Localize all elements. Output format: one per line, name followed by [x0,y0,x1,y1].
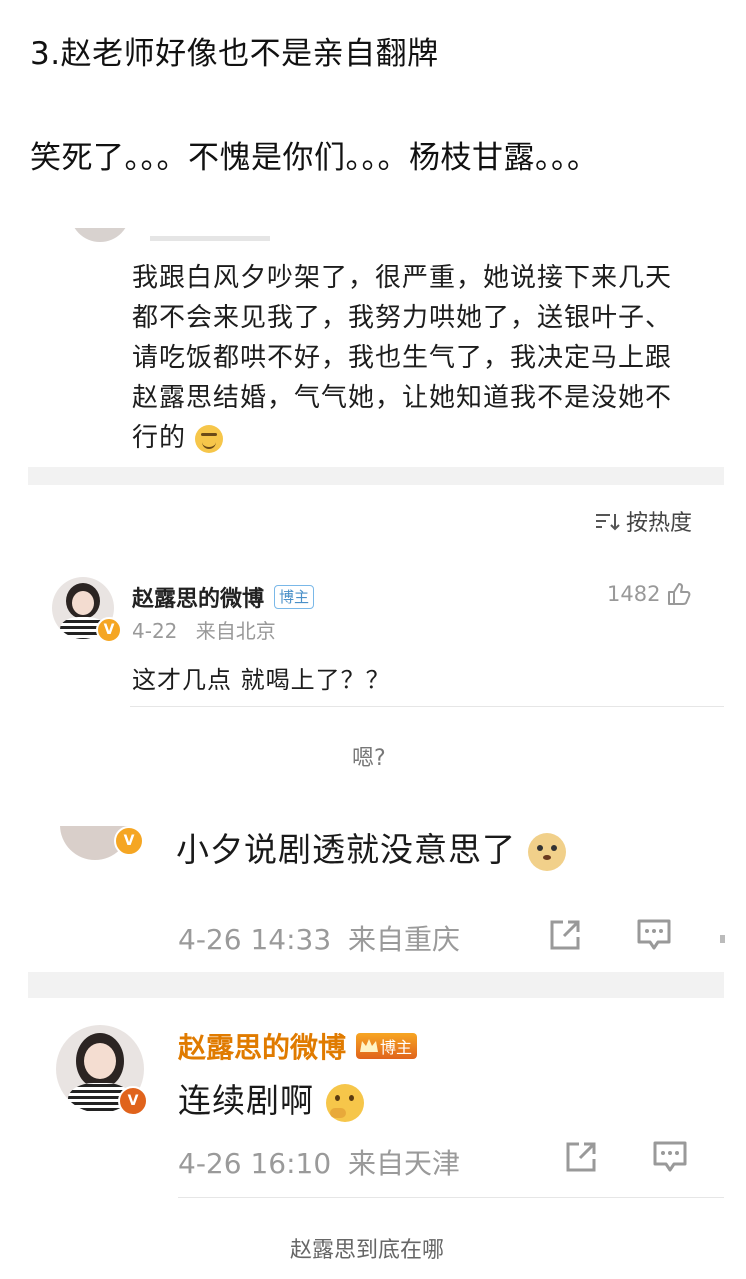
comment1-text: 这才几点 就喝上了？？ [132,666,391,694]
section-divider [28,972,724,998]
comment-icon[interactable] [636,918,672,952]
sort-label: 按热度 [626,511,693,536]
post-body: 我跟白风夕吵架了，很严重，她说接下来几天都不会来见我了，我努力哄她了，送银叶子、… [132,258,692,458]
comment2-location: 来自重庆 [348,923,461,956]
comment1-location: 来自北京 [195,619,276,643]
comment2-time: 4-26 14:33 [178,923,332,956]
comment2-text: 小夕说剧透就没意思了 [176,830,516,869]
comment3-divider [178,1197,724,1198]
cropped-icon-edge [720,935,725,943]
thumbs-up-icon [668,583,691,605]
cropped-name-strip [150,236,270,241]
comment3-body: 连续剧啊 [178,1074,364,1122]
sort-icon [596,514,620,531]
sort-button[interactable]: 按热度 [594,505,692,537]
author-name[interactable]: 赵露思的微博 [132,581,264,613]
comment1-header: 赵露思的微博 博主 [132,581,315,613]
author-tag: 博主 [274,585,315,609]
comment1-date: 4-22 [132,619,178,643]
verified-badge-icon: V [118,1086,148,1116]
comment-icon[interactable] [652,1140,688,1174]
comment3-meta: 4-26 16:10 来自天津 [178,1142,460,1182]
share-icon[interactable] [548,918,582,952]
comment1-divider [130,706,724,707]
cropped-avatar [70,228,130,242]
author-name[interactable]: 赵露思的微博 [178,1026,346,1066]
section-divider [28,467,724,485]
comment3-text: 连续剧啊 [178,1081,314,1120]
author-tag: 博主 [380,1038,413,1057]
verified-badge-icon: V [114,826,144,856]
caption-bottom: 赵露思到底在哪 [290,1238,445,1263]
comment3-location: 来自天津 [348,1147,461,1180]
caption-mid: 嗯? [352,746,386,771]
crown-icon [360,1039,379,1052]
verified-badge-icon: V [96,617,122,643]
thinking-face-emoji [325,1083,364,1122]
dog-emoji [527,832,566,871]
post-text: 我跟白风夕吵架了，很严重，她说接下来几天都不会来见我了，我努力哄她了，送银叶子、… [132,263,673,453]
sweat-smile-emoji [195,424,224,453]
comment1-meta: 4-22 来自北京 [132,615,276,644]
like-count: 1482 [607,582,661,606]
author-tag-badge: 博主 [356,1033,418,1059]
share-icon[interactable] [564,1140,598,1174]
comment3-header: 赵露思的微博 博主 [178,1026,418,1066]
comment2-body: 小夕说剧透就没意思了 [176,823,566,871]
like-button[interactable]: 1482 [607,581,692,607]
comment2-meta: 4-26 14:33 来自重庆 [178,918,460,958]
comment3-time: 4-26 16:10 [178,1147,332,1180]
caption-line-1: 3.赵老师好像也不是亲自翻牌 [30,36,439,72]
caption-line-2: 笑死了。。。不愧是你们。。。杨枝甘露。。。 [30,140,599,176]
